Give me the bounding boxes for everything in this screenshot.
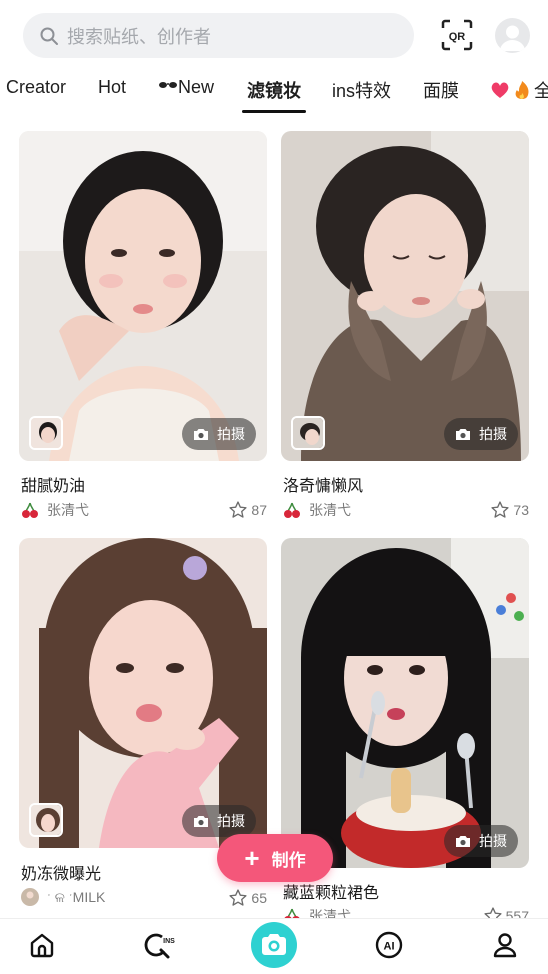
- profile-icon: [493, 933, 517, 958]
- search-icon: [40, 27, 58, 45]
- filter-preview-image[interactable]: 拍摄: [19, 131, 267, 461]
- star-icon: [229, 501, 248, 518]
- tab-creator[interactable]: Creator: [6, 77, 66, 98]
- camera-small-icon: [194, 428, 208, 440]
- plus-icon: +: [244, 843, 260, 873]
- shoot-label: 拍摄: [217, 426, 245, 442]
- tab-all-label: 全: [534, 81, 548, 101]
- qr-scan-button[interactable]: QR: [441, 19, 473, 51]
- card-title: 奶冻微曝光: [21, 866, 102, 883]
- camera-icon: [262, 934, 286, 955]
- shoot-label: 拍摄: [217, 813, 245, 829]
- camera-small-icon: [456, 835, 470, 847]
- tab-ins-effects[interactable]: ins特效: [332, 77, 391, 103]
- tab-all[interactable]: 全: [490, 77, 548, 103]
- qr-label: QR: [449, 31, 466, 43]
- tab-filter-makeup[interactable]: 滤镜妆: [247, 77, 301, 103]
- nav-camera[interactable]: [251, 922, 297, 968]
- filter-card[interactable]: 拍摄 洛奇慵懒风 张清弋 73: [281, 131, 529, 526]
- bottom-navigation: INS AI: [0, 918, 548, 974]
- camera-small-icon: [194, 815, 208, 827]
- favorite-count[interactable]: 87: [228, 500, 267, 520]
- ins-search-icon: INS: [144, 933, 175, 959]
- user-avatar[interactable]: [495, 18, 530, 53]
- category-tabs: Creator Hot New 滤镜妆 ins特效 面膜 全: [0, 70, 548, 116]
- search-placeholder: 搜索贴纸、创作者: [67, 26, 211, 47]
- nav-ins-search[interactable]: INS: [144, 931, 176, 959]
- filter-card[interactable]: 拍摄 甜腻奶油 张清弋 87: [19, 131, 267, 526]
- ai-icon: AI: [375, 931, 403, 959]
- tab-hot[interactable]: Hot: [98, 77, 126, 98]
- shoot-button[interactable]: 拍摄: [182, 418, 256, 450]
- star-icon: [491, 501, 510, 518]
- star-icon: [229, 889, 248, 906]
- cherry-avatar-icon: [22, 502, 38, 518]
- creator-thumbnail: [29, 803, 63, 837]
- active-tab-indicator: [242, 110, 306, 113]
- favorite-number: 73: [513, 502, 529, 518]
- card-author[interactable]: 张清弋: [21, 500, 89, 520]
- sunglasses-icon: [159, 82, 177, 88]
- shoot-button[interactable]: 拍摄: [182, 805, 256, 837]
- user-avatar-icon: [500, 25, 525, 51]
- tab-new[interactable]: New: [158, 77, 214, 98]
- filter-preview-image[interactable]: 拍摄: [281, 538, 529, 868]
- author-name: ˑ ଳ ˑMILK: [47, 888, 106, 905]
- favorite-count[interactable]: 65: [228, 888, 267, 908]
- svg-text:INS: INS: [163, 938, 175, 945]
- create-button[interactable]: + 制作: [217, 834, 333, 882]
- shoot-label: 拍摄: [479, 833, 507, 849]
- nav-home[interactable]: [28, 931, 56, 959]
- top-bar: 搜索贴纸、创作者 QR: [0, 0, 548, 70]
- shoot-button[interactable]: 拍摄: [444, 825, 518, 857]
- create-label: 制作: [271, 850, 306, 870]
- author-name: 张清弋: [47, 502, 89, 518]
- home-icon: [30, 933, 54, 958]
- svg-text:AI: AI: [384, 941, 395, 953]
- heart-fire-icon: [491, 81, 529, 99]
- camera-small-icon: [456, 428, 470, 440]
- favorite-number: 87: [251, 502, 267, 518]
- card-title: 甜腻奶油: [21, 478, 86, 495]
- nav-profile[interactable]: [491, 931, 519, 959]
- author-name: 张清弋: [309, 502, 351, 518]
- cherry-avatar-icon: [284, 502, 300, 518]
- creator-thumbnail: [291, 416, 325, 450]
- creator-thumbnail: [29, 416, 63, 450]
- nav-ai[interactable]: AI: [375, 931, 403, 959]
- card-title: 洛奇慵懒风: [283, 478, 364, 495]
- user-avatar-icon: [21, 888, 39, 906]
- card-author[interactable]: 张清弋: [283, 500, 351, 520]
- qr-scan-icon: QR: [441, 19, 473, 51]
- shoot-label: 拍摄: [479, 426, 507, 442]
- favorite-number: 65: [251, 890, 267, 906]
- tab-new-label: New: [178, 77, 215, 97]
- card-author[interactable]: ˑ ଳ ˑMILK: [21, 888, 105, 906]
- card-title: 藏蓝颗粒裙色: [283, 885, 380, 902]
- tab-face-mask[interactable]: 面膜: [423, 77, 459, 103]
- shoot-button[interactable]: 拍摄: [444, 418, 518, 450]
- search-bar[interactable]: 搜索贴纸、创作者: [23, 13, 414, 58]
- filter-preview-image[interactable]: 拍摄: [281, 131, 529, 461]
- favorite-count[interactable]: 73: [490, 500, 529, 520]
- filter-preview-image[interactable]: 拍摄: [19, 538, 267, 848]
